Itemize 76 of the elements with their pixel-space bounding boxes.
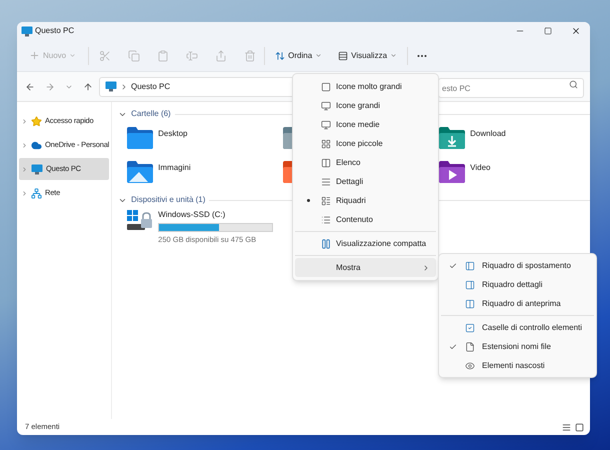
view-menu-item[interactable]: Contenuto <box>295 210 436 229</box>
search-field[interactable]: esto PC <box>438 78 584 98</box>
view-menu-item[interactable]: Elenco <box>295 153 436 172</box>
star-icon <box>31 116 42 126</box>
chevron-right-icon[interactable] <box>21 142 28 148</box>
copy-icon[interactable] <box>128 50 140 62</box>
paste-icon[interactable] <box>157 50 170 62</box>
address-path: Questo PC <box>131 80 170 92</box>
submenu-item[interactable]: Elementi nascosti <box>441 356 594 375</box>
forward-icon[interactable] <box>45 82 55 92</box>
folder-name[interactable]: Download <box>470 128 506 140</box>
view-menu-item[interactable]: Icone medie <box>295 115 436 134</box>
view-menu-item[interactable]: Mostra <box>295 258 436 277</box>
share-icon[interactable] <box>215 50 228 62</box>
submenu-item[interactable]: Estensioni nomi file <box>441 337 594 356</box>
view-menu-item[interactable]: Dettagli <box>295 172 436 191</box>
rename-icon[interactable] <box>186 50 198 62</box>
submenu-item[interactable]: Caselle di controllo elementi <box>441 318 594 337</box>
grid-icon <box>321 138 331 148</box>
maximize-icon <box>544 27 552 35</box>
up-icon[interactable] <box>83 82 93 92</box>
view-menu-item[interactable]: Riquadri <box>295 191 436 210</box>
sort-button[interactable]: Ordina <box>273 50 324 62</box>
submenu-item[interactable]: Riquadro dettagli <box>441 275 594 294</box>
tiles-view-icon[interactable] <box>575 422 584 432</box>
left-pane-icon <box>465 260 475 270</box>
chevron-down-icon <box>390 52 398 59</box>
computer-icon <box>21 26 33 36</box>
cloud-icon <box>31 140 42 150</box>
chevron-down-icon <box>315 52 322 59</box>
cut-icon[interactable] <box>99 50 112 62</box>
folder-name[interactable]: Immagini <box>158 162 191 174</box>
view-menu-item[interactable]: Icone grandi <box>295 96 436 115</box>
split-pane-icon <box>465 298 475 308</box>
window-title: Questo PC <box>35 25 74 37</box>
folder-name[interactable]: Video <box>470 162 490 174</box>
file-icon <box>465 342 475 352</box>
search-icon <box>569 80 578 88</box>
close-icon <box>571 26 581 36</box>
view-button[interactable]: Visualizza <box>336 50 400 62</box>
chevron-right-icon <box>120 82 128 90</box>
section-heading: Dispositivi e unità (1) <box>131 194 206 206</box>
right-pane-icon <box>465 280 475 290</box>
large-square-icon <box>321 82 331 92</box>
monitor-icon <box>321 120 331 130</box>
computer-icon <box>31 164 43 174</box>
eye-icon <box>465 360 475 370</box>
monitor-icon <box>321 100 331 110</box>
sort-icon <box>275 50 286 60</box>
view-menu-item[interactable]: Icone piccole <box>295 134 436 153</box>
chevron-right-icon[interactable] <box>21 166 28 172</box>
folder-name[interactable]: Desktop <box>158 128 188 140</box>
drive-icon <box>126 209 154 233</box>
plus-icon <box>29 50 40 61</box>
network-icon <box>31 188 42 198</box>
submenu-item[interactable]: Riquadro di spostamento <box>441 256 594 275</box>
tiles-icon <box>321 196 331 206</box>
drive-name[interactable]: Windows-SSD (C:) <box>158 209 274 221</box>
list-columns-icon <box>321 158 331 168</box>
lines-icon <box>321 176 331 186</box>
content-list-icon <box>321 214 331 224</box>
view-menu-item[interactable]: Visualizzazione compatta <box>295 234 436 253</box>
details-view-icon[interactable] <box>562 422 571 432</box>
chevron-down-icon <box>69 52 76 59</box>
checkbox-icon <box>465 322 475 332</box>
computer-icon <box>105 81 117 92</box>
compact-view-icon <box>321 238 331 248</box>
submenu-item[interactable]: Riquadro di anteprima <box>441 294 594 313</box>
folder-icon <box>126 126 154 150</box>
chevron-right-icon[interactable] <box>21 118 28 124</box>
back-icon[interactable] <box>25 82 35 92</box>
view-icon <box>338 50 348 60</box>
chevron-right-icon[interactable] <box>21 190 28 196</box>
pictures-folder-icon <box>126 160 154 184</box>
delete-icon[interactable] <box>244 50 256 62</box>
section-heading: Cartelle (6) <box>131 108 171 120</box>
